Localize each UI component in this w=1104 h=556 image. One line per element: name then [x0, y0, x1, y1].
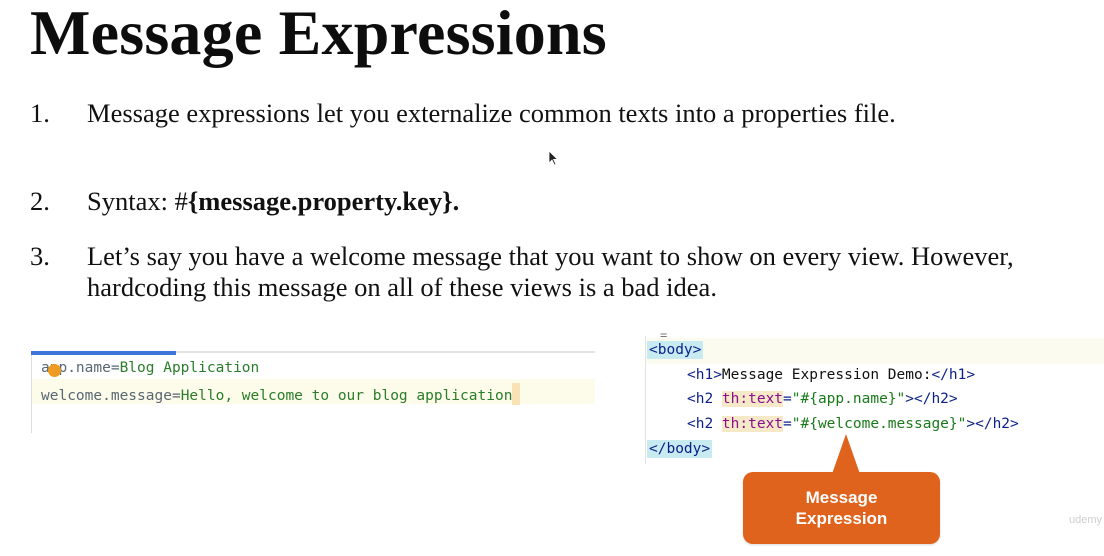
breakpoint-icon	[48, 364, 61, 377]
properties-editor: app.name=Blog Application welcome.messag…	[31, 351, 595, 433]
attr-equals: =	[783, 416, 792, 432]
h1-open-tag: <h1>	[687, 367, 722, 383]
code-line-body-close[interactable]: </body>	[647, 440, 713, 458]
editor-active-tab-indicator[interactable]	[31, 351, 176, 355]
property-key: welcome.message	[41, 388, 172, 404]
fold-marker-icon: =	[660, 328, 668, 342]
current-line-highlight	[646, 338, 1104, 364]
code-line-h2-welcome-message[interactable]: <h2 th:text="#{welcome.message}"></h2>	[687, 416, 1019, 432]
code-line-h1[interactable]: <h1>Message Expression Demo:</h1>	[687, 367, 975, 383]
h1-text: Message Expression Demo:	[721, 367, 932, 383]
mouse-cursor-icon	[548, 150, 559, 166]
h2-close-tag: ></h2>	[966, 416, 1019, 432]
message-expression-callout: Message Expression	[743, 472, 940, 544]
watermark: udemy	[1068, 514, 1102, 526]
body-close-tag: </body>	[647, 440, 713, 458]
callout-label: Message Expression	[795, 488, 888, 528]
list-text: Syntax: #{message.property.key}.	[87, 186, 1040, 217]
list-number: 3.	[30, 241, 50, 271]
h2-open-tag: <h2	[687, 391, 722, 407]
syntax-label: Syntax: #	[87, 186, 188, 216]
property-line-app-name[interactable]: app.name=Blog Application	[41, 360, 259, 376]
text-caret	[512, 383, 521, 405]
slide-title: Message Expressions	[30, 0, 607, 68]
attr-equals: =	[783, 391, 792, 407]
th-text-attribute: th:text	[721, 391, 784, 407]
th-text-attribute: th:text	[721, 416, 784, 432]
property-value: Hello, welcome to our blog application	[180, 388, 513, 404]
h1-close-tag: </h1>	[931, 367, 976, 383]
callout-pointer	[832, 434, 860, 474]
property-line-welcome-message[interactable]: welcome.message=Hello, welcome to our bl…	[32, 379, 595, 405]
h2-open-tag: <h2	[687, 416, 722, 432]
list-text: Let’s say you have a welcome message tha…	[87, 241, 1014, 302]
code-line-body-open[interactable]: <body>	[647, 341, 704, 359]
attr-value: "#{app.name}"	[791, 391, 906, 407]
property-value: Blog Application	[119, 360, 260, 376]
syntax-expression: {message.property.key}.	[187, 186, 460, 216]
body-open-tag: <body>	[647, 341, 704, 359]
list-number: 1.	[30, 98, 50, 128]
list-text: Message expressions let you externalize …	[87, 98, 896, 128]
property-separator: =	[171, 388, 181, 404]
code-line-h2-app-name[interactable]: <h2 th:text="#{app.name}"></h2>	[687, 391, 958, 407]
attr-value: "#{welcome.message}"	[791, 416, 967, 432]
html-code-editor: = <body> <h1>Message Expression Demo:</h…	[645, 328, 1104, 468]
h2-close-tag: ></h2>	[905, 391, 958, 407]
list-number: 2.	[30, 186, 50, 216]
property-separator: =	[110, 360, 120, 376]
